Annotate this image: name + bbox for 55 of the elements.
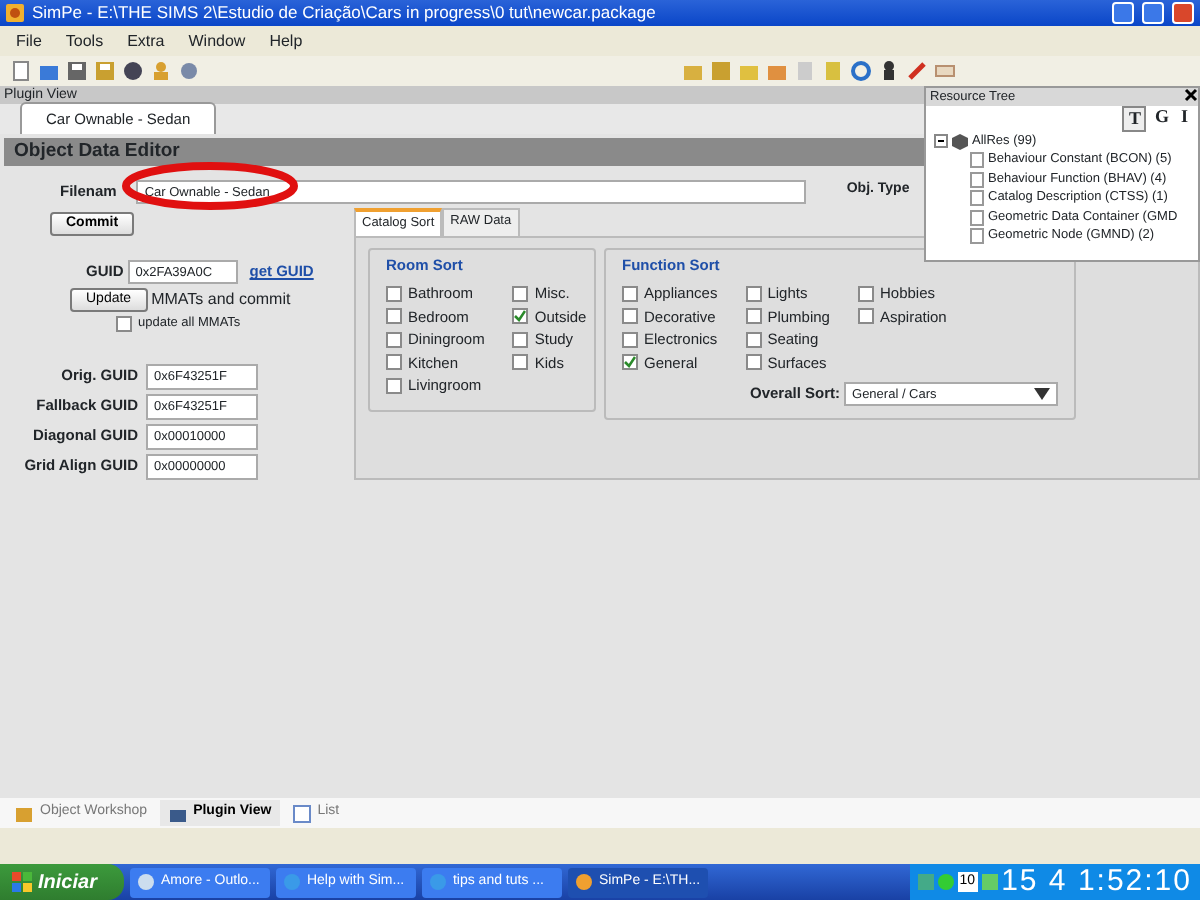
view-toggle[interactable]: G	[1150, 106, 1173, 132]
menu-item[interactable]: Window	[188, 29, 246, 53]
windows-logo-icon	[12, 872, 32, 892]
checkbox[interactable]	[745, 331, 762, 348]
checkbox[interactable]	[512, 331, 529, 348]
person-icon[interactable]	[878, 60, 900, 82]
menu-item[interactable]: Extra	[127, 29, 165, 53]
close-button[interactable]	[1172, 2, 1194, 24]
minimize-button[interactable]	[1112, 2, 1134, 24]
checkbox[interactable]	[386, 331, 402, 348]
view-toggle[interactable]: I	[1176, 106, 1192, 132]
checkbox[interactable]	[386, 285, 402, 302]
checkmark-icon	[624, 356, 636, 369]
checkbox[interactable]	[622, 308, 638, 325]
restore-button[interactable]	[1142, 2, 1164, 24]
list-icon	[291, 803, 312, 823]
checkbox[interactable]	[512, 308, 529, 325]
app-icon	[136, 872, 157, 892]
collapse-icon[interactable]	[934, 134, 948, 149]
checkbox[interactable]	[622, 354, 638, 371]
close-icon[interactable]	[1184, 88, 1198, 102]
page-icon[interactable]	[10, 60, 32, 82]
clock: 15 4 1:52:10	[1001, 861, 1192, 900]
view-toggle[interactable]: T	[1122, 106, 1147, 132]
app-icon	[574, 872, 595, 892]
tray-icon	[981, 874, 998, 890]
checkmark-icon	[514, 310, 527, 323]
checkbox[interactable]	[745, 308, 762, 325]
checkbox[interactable]	[512, 285, 529, 302]
menu-item[interactable]: Tools	[65, 29, 104, 53]
refresh-icon[interactable]	[850, 60, 872, 82]
app-icon	[428, 872, 449, 892]
caret-icon	[1034, 388, 1050, 400]
update-text: MMATs and commit	[151, 288, 291, 312]
menu-item[interactable]: File	[16, 29, 42, 53]
folder-icon[interactable]	[682, 60, 704, 82]
folder-icon[interactable]	[766, 60, 788, 82]
checkbox[interactable]	[386, 354, 402, 371]
checkbox[interactable]	[857, 285, 874, 302]
checkbox[interactable]	[745, 285, 762, 302]
menu-item[interactable]: Help	[269, 29, 303, 53]
checkbox[interactable]	[745, 354, 762, 371]
start-button[interactable]: Iniciar	[0, 864, 125, 900]
cube-icon	[952, 133, 968, 150]
checkbox[interactable]	[386, 377, 402, 394]
checkbox[interactable]	[857, 308, 874, 325]
app-icon	[282, 872, 303, 892]
checkbox[interactable]	[116, 316, 132, 333]
checkbox[interactable]	[386, 308, 402, 325]
checkbox[interactable]	[622, 331, 638, 348]
window-title: SimPe - E:\THE SIMS 2\Estudio de Criação\Cars in progress\0 tut\newcar.package	[32, 0, 658, 26]
app-icon	[6, 4, 24, 22]
checkbox[interactable]	[512, 354, 529, 371]
checkbox[interactable]	[622, 285, 638, 302]
folder-icon[interactable]	[38, 60, 60, 82]
